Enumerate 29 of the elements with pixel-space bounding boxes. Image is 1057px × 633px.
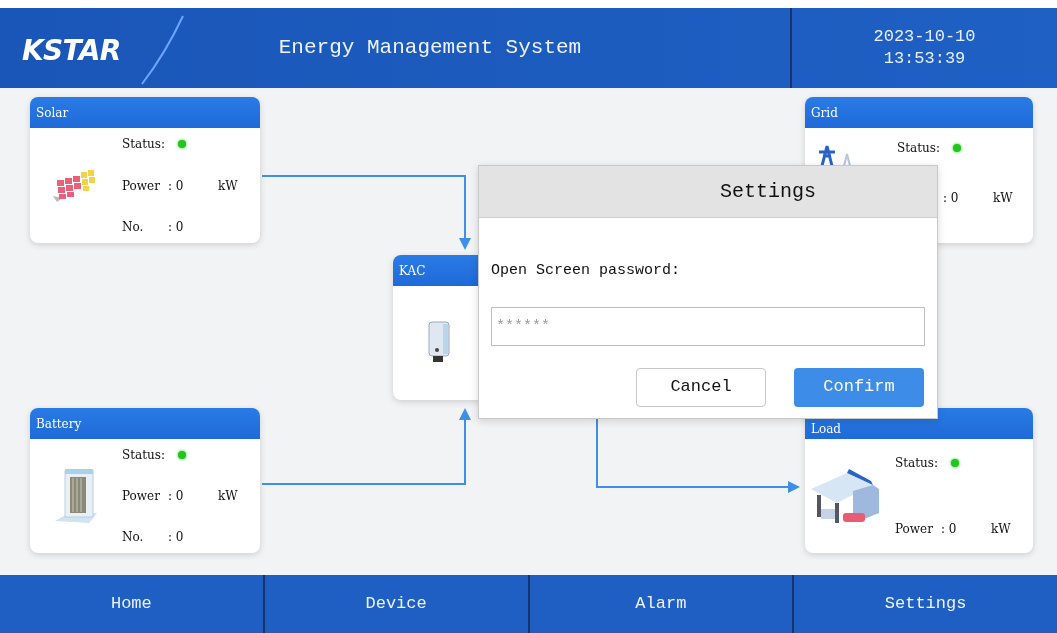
unit-text: kW <box>218 488 238 505</box>
time-text: 13:53:39 <box>883 48 966 70</box>
unit-text: kW <box>991 521 1011 538</box>
field-label: Power <box>122 177 161 195</box>
card-title: Load <box>811 421 842 438</box>
field-value: : 0 <box>168 177 185 195</box>
status-label: Status: <box>895 455 939 472</box>
field-value: : 0 <box>168 488 185 505</box>
field-value: : 0 <box>168 219 185 236</box>
status-label: Status: <box>122 136 166 153</box>
field-label: No. <box>122 219 145 236</box>
card-title: KAC <box>399 262 426 280</box>
card-title: Battery <box>36 415 82 433</box>
dialog-title: Settings <box>719 178 816 205</box>
field-label: Power <box>895 521 934 538</box>
field-label: Power <box>122 488 161 505</box>
unit-text: kW <box>218 177 238 195</box>
card-title: Grid <box>811 104 838 122</box>
app-title: Energy Management System <box>277 35 582 62</box>
field-value: : 0 <box>941 521 958 538</box>
logo: KSTAR <box>22 33 121 69</box>
field-value: : 0 <box>943 190 960 207</box>
date-text: 2023-10-10 <box>873 26 976 48</box>
unit-text: kW <box>993 190 1013 207</box>
field-value: : 0 <box>168 529 185 546</box>
status-label: Status: <box>897 140 941 157</box>
field-label: No. <box>122 529 145 546</box>
status-label: Status: <box>122 447 166 464</box>
card-title: Solar <box>36 104 69 122</box>
